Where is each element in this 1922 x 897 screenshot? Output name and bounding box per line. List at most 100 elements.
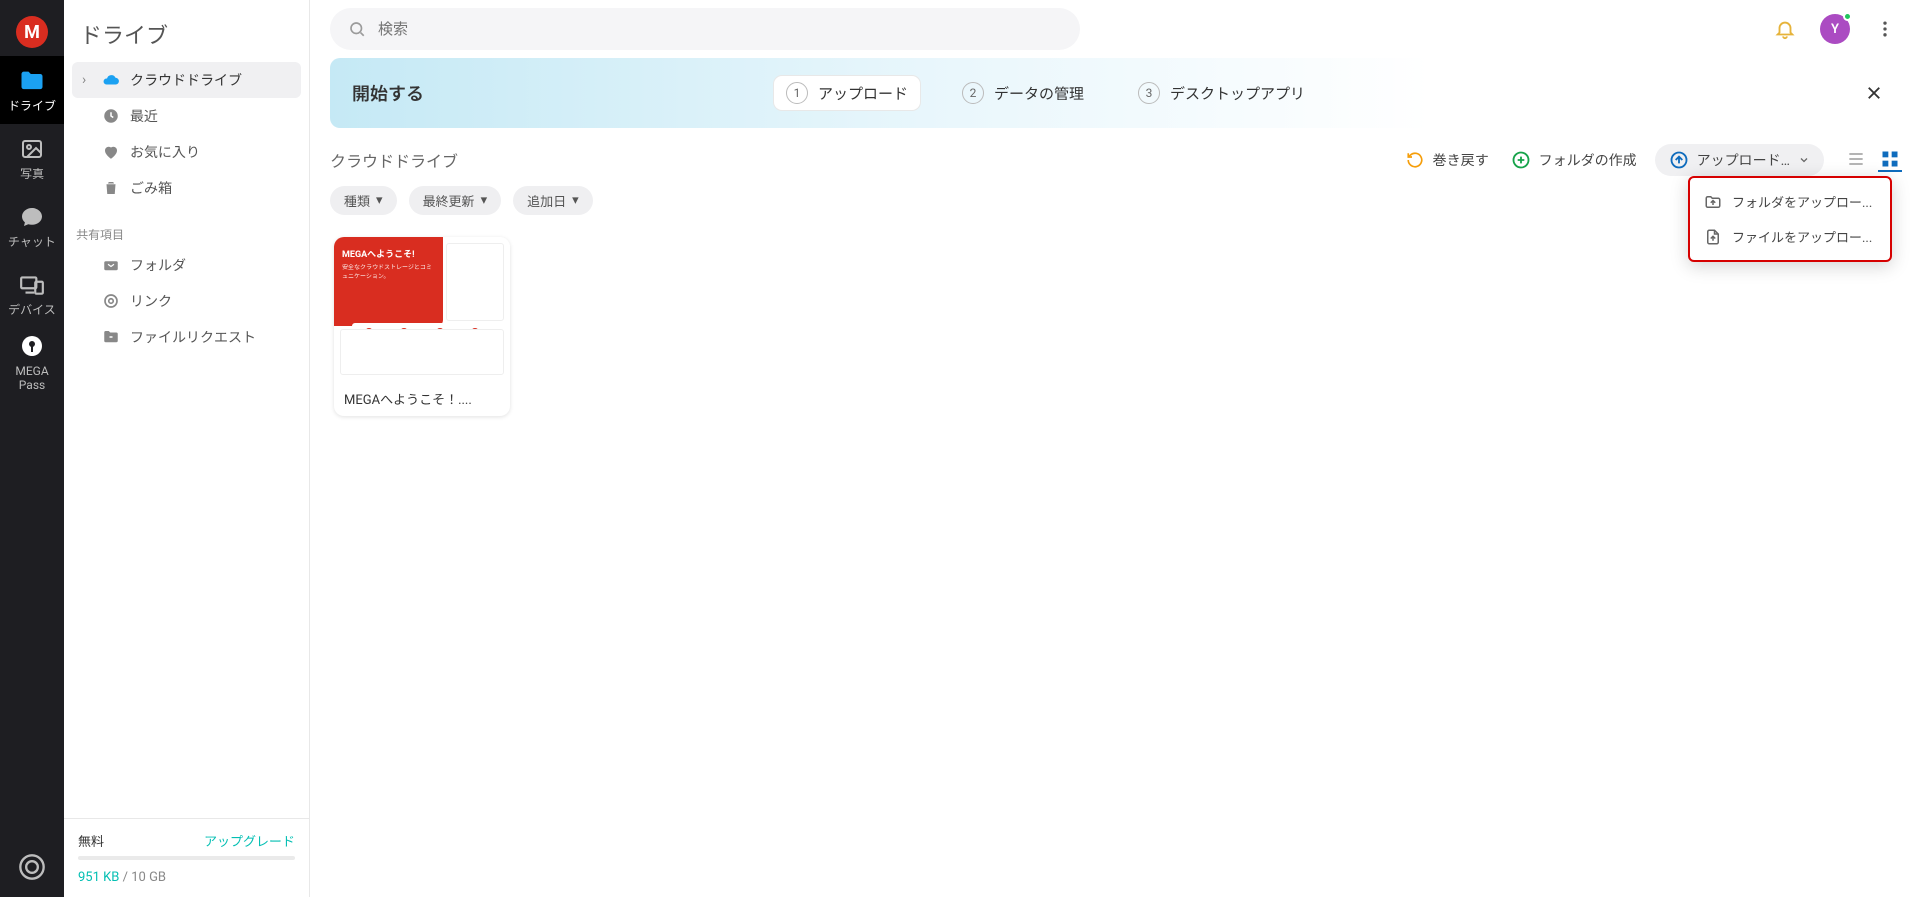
rewind-label: 巻き戻す <box>1433 150 1489 170</box>
search-icon <box>348 20 366 38</box>
bell-icon <box>1774 18 1796 40</box>
folder-upload-icon <box>1704 193 1722 211</box>
devices-icon <box>18 271 46 299</box>
rail-megapass-label2: Pass <box>19 378 45 392</box>
kebab-icon <box>1875 19 1895 39</box>
search-input[interactable] <box>376 20 1062 39</box>
thumbnail: MEGAへようこそ! 安全なクラウドストレージとコミュニケーション。 <box>334 237 510 381</box>
cloud-icon <box>102 71 120 89</box>
upload-file-option[interactable]: ファイルをアップロー... <box>1690 219 1890 254</box>
list-icon <box>1846 149 1866 169</box>
shared-section-label: 共有項目 <box>64 214 309 247</box>
onboard-step-upload[interactable]: 1 アップロード <box>774 76 920 110</box>
storage-text: 951 KB / 10 GB <box>78 870 295 885</box>
heart-icon <box>102 143 120 161</box>
avatar[interactable]: Y <box>1820 14 1850 44</box>
rail-chat[interactable]: チャット <box>0 192 64 260</box>
tree-file-request-label: ファイルリクエスト <box>130 327 256 347</box>
step-number: 1 <box>786 82 808 104</box>
chip-type[interactable]: 種類 ▾ <box>330 186 397 215</box>
rail-achievements[interactable] <box>0 837 64 897</box>
onboard-title: 開始する <box>352 80 424 106</box>
upload-icon <box>1669 150 1689 170</box>
tree-favorites[interactable]: お気に入り <box>72 134 301 170</box>
new-folder-label: フォルダの作成 <box>1539 150 1637 170</box>
chevron-down-icon <box>1798 154 1810 166</box>
upload-folder-option[interactable]: フォルダをアップロー... <box>1690 184 1890 219</box>
presence-dot-icon <box>1843 12 1852 21</box>
chip-modified[interactable]: 最終更新 ▾ <box>409 186 502 215</box>
topbar: Y <box>330 0 1902 58</box>
thumb-headline: MEGAへようこそ! <box>342 247 435 260</box>
upgrade-link[interactable]: アップグレード <box>204 831 295 850</box>
tree-file-request[interactable]: ファイルリクエスト <box>72 319 301 355</box>
tree-header: ドライブ <box>64 0 309 54</box>
chip-added[interactable]: 追加日 ▾ <box>513 186 593 215</box>
rewind-icon <box>1405 150 1425 170</box>
storage-used: 951 KB <box>78 870 119 885</box>
thumb-sub: 安全なクラウドストレージとコミュニケーション。 <box>342 262 435 280</box>
rewind-button[interactable]: 巻き戻す <box>1401 144 1493 176</box>
grid-view-button[interactable] <box>1878 148 1902 172</box>
close-icon <box>1865 84 1883 102</box>
step-label: デスクトップアプリ <box>1170 83 1305 104</box>
menu-button[interactable] <box>1868 12 1902 46</box>
tree-panel: ドライブ › クラウドドライブ 最近 お気に入り <box>64 0 310 897</box>
file-grid: MEGAへようこそ! 安全なクラウドストレージとコミュニケーション。 MEGAへ… <box>330 233 1902 420</box>
breadcrumb: クラウドドライブ <box>330 148 458 172</box>
grid-icon <box>1880 149 1900 169</box>
tree-favorites-label: お気に入り <box>130 142 200 162</box>
search-box[interactable] <box>330 8 1080 50</box>
rail-drive[interactable]: ドライブ <box>0 56 64 124</box>
list-view-button[interactable] <box>1844 148 1868 172</box>
link-icon <box>102 292 120 310</box>
upload-file-label: ファイルをアップロー... <box>1732 227 1872 246</box>
storage-footer: 無料 アップグレード 951 KB / 10 GB <box>64 818 309 897</box>
step-number: 3 <box>1138 82 1160 104</box>
folder-icon <box>18 67 46 95</box>
chip-added-label: 追加日 <box>527 191 566 210</box>
chat-icon <box>18 203 46 231</box>
rail-devices-label: デバイス <box>8 303 56 317</box>
right-actions: 巻き戻す フォルダの作成 アップロード… <box>1401 144 1902 176</box>
share-folder-icon <box>102 256 120 274</box>
onboard-step-desktop[interactable]: 3 デスクトップアプリ <box>1126 76 1317 110</box>
app-rail: M ドライブ 写真 チャット デバイス MEGA Pass <box>0 0 64 897</box>
tree-recent[interactable]: 最近 <box>72 98 301 134</box>
upload-folder-label: フォルダをアップロー... <box>1732 192 1872 211</box>
onboard-steps: 1 アップロード 2 データの管理 3 デスクトップアプリ <box>774 76 1317 110</box>
upload-button[interactable]: アップロード… <box>1655 144 1824 176</box>
step-label: アップロード <box>818 83 908 104</box>
file-card[interactable]: MEGAへようこそ! 安全なクラウドストレージとコミュニケーション。 MEGAへ… <box>334 237 510 416</box>
notifications-button[interactable] <box>1768 12 1802 46</box>
inbox-icon <box>102 328 120 346</box>
tree-shared-link[interactable]: リンク <box>72 283 301 319</box>
main-area: Y 開始する 1 アップロード 2 データの管理 3 デスクトップアプリ <box>310 0 1922 897</box>
tree-shared-link-label: リンク <box>130 291 172 311</box>
tree-trash[interactable]: ごみ箱 <box>72 170 301 206</box>
onboarding-banner: 開始する 1 アップロード 2 データの管理 3 デスクトップアプリ <box>330 58 1902 128</box>
storage-total: 10 GB <box>131 870 166 885</box>
chevron-right-icon: › <box>82 72 92 88</box>
chevron-down-icon: ▾ <box>376 193 383 208</box>
rail-devices[interactable]: デバイス <box>0 260 64 328</box>
step-label: データの管理 <box>994 83 1084 104</box>
upload-dropdown: フォルダをアップロー... ファイルをアップロー... <box>1688 176 1892 262</box>
onboard-step-manage[interactable]: 2 データの管理 <box>950 76 1096 110</box>
rail-photos[interactable]: 写真 <box>0 124 64 192</box>
tree-cloud-drive[interactable]: › クラウドドライブ <box>72 62 301 98</box>
rail-photos-label: 写真 <box>20 167 44 181</box>
view-toggle <box>1838 148 1902 172</box>
rail-megapass-label1: MEGA <box>15 364 48 378</box>
rail-megapass[interactable]: MEGA Pass <box>0 328 64 396</box>
filter-chips: 種類 ▾ 最終更新 ▾ 追加日 ▾ <box>330 186 1902 215</box>
new-folder-button[interactable]: フォルダの作成 <box>1507 144 1641 176</box>
clock-icon <box>102 107 120 125</box>
tree-shared-folder[interactable]: フォルダ <box>72 247 301 283</box>
key-icon <box>18 332 46 360</box>
tree-cloud-drive-label: クラウドドライブ <box>130 70 242 90</box>
tree-trash-label: ごみ箱 <box>130 178 172 198</box>
mega-logo[interactable]: M <box>0 8 64 56</box>
step-number: 2 <box>962 82 984 104</box>
onboard-close[interactable] <box>1860 79 1888 107</box>
